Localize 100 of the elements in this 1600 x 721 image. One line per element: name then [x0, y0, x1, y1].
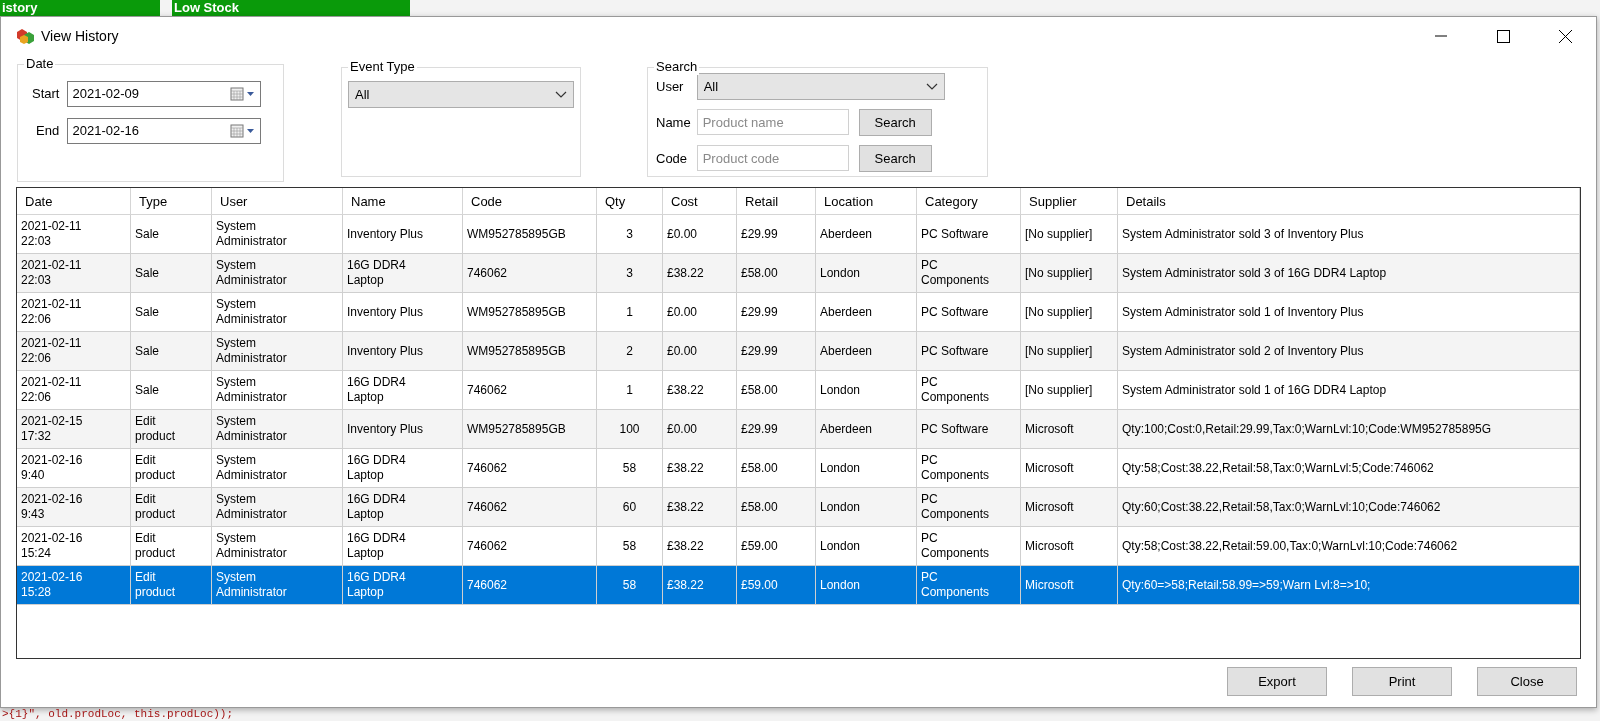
- table-row[interactable]: 2021-02-16 15:28 Edit product System Administrator 16G DDR4 Laptop 746062 58 £38.22 £59.00 London PC Components Microsoft Qty:60=>58;Retail:58.99=>59;Warn Lvl:8=>10;: [17, 566, 1580, 605]
- table-cell: Qty:58;Cost:38.22,Retail:58,Tax:0;WarnLvl:5;Code:746062: [1122, 460, 1434, 476]
- date-picker[interactable]: 2021-02-09: [67, 81, 261, 107]
- table-cell: 16G DDR4 Laptop: [347, 570, 406, 600]
- table-cell: [No supplier]: [1025, 382, 1093, 398]
- product-code-field[interactable]: Product code: [696, 145, 849, 171]
- table-cell: System Administrator: [216, 219, 287, 249]
- table-cell: 2021-02-11 22:06: [21, 297, 82, 327]
- table-cell: £38.22: [667, 265, 704, 281]
- event-type-dropdown[interactable]: All: [348, 81, 574, 108]
- table-cell: London: [820, 577, 861, 593]
- table-row[interactable]: 2021-02-16 15:24 Edit product System Administrator 16G DDR4 Laptop 746062 58 £38.22 £59.00 London PC Components Microsoft Qty:58;Cost:38.22,Retail:59.00,Tax:0;WarnLvl:10;Code:746062: [17, 527, 1580, 566]
- table-cell: PC Components: [921, 375, 990, 405]
- close-icon: [1558, 29, 1572, 43]
- table-cell: £0.00: [667, 304, 698, 320]
- table-cell: System Administrator: [216, 258, 287, 288]
- table-row[interactable]: 2021-02-11 22:06 Sale System Administrator Inventory Plus WM952785895GB 2 £0.00 £29.99 Aberdeen PC Software [No supplier] System Administrator sold 2 of Inventory Plus: [17, 332, 1580, 371]
- table-cell: 16G DDR4 Laptop: [347, 492, 406, 522]
- minimize-icon: [1435, 35, 1447, 37]
- table-cell: System Administrator: [216, 297, 287, 327]
- table-cell: £29.99: [741, 343, 778, 359]
- table-cell: Inventory Plus: [347, 304, 424, 320]
- table-cell: Sale: [135, 382, 160, 398]
- table-cell: 16G DDR4 Laptop: [347, 258, 406, 288]
- table-cell: [No supplier]: [1025, 304, 1093, 320]
- table-cell: Edit product: [135, 453, 176, 483]
- table-cell: £58.00: [741, 499, 778, 515]
- table-cell: WM952785895GB: [467, 226, 566, 242]
- table-cell: Inventory Plus: [347, 421, 424, 437]
- table-cell: PC Software: [921, 304, 989, 320]
- table-cell: £59.00: [741, 538, 778, 554]
- calendar-dropdown-icon[interactable]: [230, 87, 256, 101]
- date-picker[interactable]: 2021-02-16: [67, 118, 261, 144]
- table-cell: London: [820, 382, 861, 398]
- table-cell: Aberdeen: [820, 226, 873, 242]
- search-button[interactable]: Search: [858, 109, 932, 136]
- table-cell: 100: [619, 421, 640, 437]
- table-cell: £38.22: [667, 538, 704, 554]
- table-cell: 16G DDR4 Laptop: [347, 453, 406, 483]
- table-cell: Qty:58;Cost:38.22,Retail:59.00,Tax:0;WarnLvl:10;Code:746062: [1122, 538, 1458, 554]
- table-cell: PC Components: [921, 492, 990, 522]
- group-title: Event Type: [348, 59, 417, 75]
- table-row[interactable]: 2021-02-15 17:32 Edit product System Administrator Inventory Plus WM952785895GB 100 £0.00 £29.99 Aberdeen PC Software Microsoft Qty:100;Cost:0,Retail:29.99,Tax:0;WarnLvl:10;Code:WM952785895G: [17, 410, 1580, 449]
- table-cell: £0.00: [667, 421, 698, 437]
- table-cell: Sale: [135, 226, 160, 242]
- product-name-field[interactable]: Product name: [696, 109, 849, 135]
- table-cell: [No supplier]: [1025, 226, 1093, 242]
- table-row[interactable]: 2021-02-11 22:06 Sale System Administrator Inventory Plus WM952785895GB 1 £0.00 £29.99 Aberdeen PC Software [No supplier] System Administrator sold 1 of Inventory Plus: [17, 293, 1580, 332]
- table-row[interactable]: 2021-02-16 9:40 Edit product System Administrator 16G DDR4 Laptop 746062 58 £38.22 £58.00 London PC Components Microsoft Qty:58;Cost:38.22,Retail:58,Tax:0;WarnLvl:5;Code:746062: [17, 449, 1580, 488]
- table-cell: 2021-02-16 15:28: [21, 570, 83, 600]
- table-cell: 2021-02-16 15:24: [21, 531, 83, 561]
- table-cell: Aberdeen: [820, 304, 873, 320]
- table-cell: System Administrator sold 3 of Inventory Plus: [1122, 226, 1364, 242]
- table-cell: £29.99: [741, 421, 778, 437]
- table-cell: System Administrator sold 1 of Inventory Plus: [1122, 304, 1364, 320]
- table-cell: Qty:60;Cost:38.22,Retail:58,Tax:0;WarnLvl:10;Code:746062: [1122, 499, 1441, 515]
- table-cell: 58: [622, 577, 637, 593]
- table-cell: 746062: [467, 538, 508, 554]
- dialog-button[interactable]: Export: [1227, 667, 1327, 696]
- code-text: >{1}", old.prodLoc, this.prodLoc));: [2, 708, 234, 721]
- dialog-button[interactable]: Close: [1477, 667, 1577, 696]
- table-cell: System Administrator sold 3 of 16G DDR4 Laptop: [1122, 265, 1387, 281]
- table-cell: PC Software: [921, 343, 989, 359]
- table-row[interactable]: 2021-02-11 22:03 Sale System Administrator 16G DDR4 Laptop 746062 3 £38.22 £58.00 London PC Components [No supplier] System Administrator sold 3 of 16G DDR4 Laptop: [17, 254, 1580, 293]
- field-label: Start: [32, 85, 60, 104]
- field-label: Code: [656, 149, 689, 168]
- dialog-button[interactable]: Print: [1352, 667, 1452, 696]
- table-cell: 2021-02-11 22:06: [21, 375, 82, 405]
- table-cell: PC Components: [921, 570, 990, 600]
- table-cell: PC Components: [921, 453, 990, 483]
- field-label: Name: [656, 113, 691, 132]
- table-cell: £0.00: [667, 343, 698, 359]
- calendar-dropdown-icon[interactable]: [230, 124, 256, 138]
- table-cell: 60: [622, 499, 637, 515]
- table-cell: London: [820, 460, 861, 476]
- table-row[interactable]: 2021-02-11 22:06 Sale System Administrator 16G DDR4 Laptop 746062 1 £38.22 £58.00 London PC Components [No supplier] System Administrator sold 1 of 16G DDR4 Laptop: [17, 371, 1580, 410]
- maximize-icon: [1496, 29, 1510, 43]
- table-row[interactable]: 2021-02-16 9:43 Edit product System Administrator 16G DDR4 Laptop 746062 60 £38.22 £58.00 London PC Components Microsoft Qty:60;Cost:38.22,Retail:58,Tax:0;WarnLvl:10;Code:746062: [17, 488, 1580, 527]
- table-cell: PC Software: [921, 226, 989, 242]
- table-cell: 1: [626, 304, 633, 320]
- search-button[interactable]: Search: [858, 145, 932, 172]
- field-label: User: [656, 77, 685, 96]
- table-cell: £58.00: [741, 265, 778, 281]
- field-label: End: [35, 122, 60, 141]
- table-cell: London: [820, 499, 861, 515]
- group-title: Search: [654, 59, 700, 75]
- table-cell: Qty:60=>58;Retail:58.99=>59;Warn Lvl:8=>10;: [1122, 577, 1371, 593]
- table-cell: Edit product: [135, 570, 176, 600]
- table-cell: £58.00: [741, 460, 778, 476]
- table-cell: 746062: [467, 577, 508, 593]
- table-row[interactable]: 2021-02-11 22:03 Sale System Administrator Inventory Plus WM952785895GB 3 £0.00 £29.99 Aberdeen PC Software [No supplier] System Administrator sold 3 of Inventory Plus: [17, 215, 1580, 254]
- user-dropdown[interactable]: All: [696, 73, 945, 100]
- table-cell: Sale: [135, 343, 160, 359]
- table-cell: PC Components: [921, 531, 990, 561]
- table-cell: PC Components: [921, 258, 990, 288]
- table-cell: Microsoft: [1025, 460, 1074, 476]
- table-cell: 2021-02-11 22:03: [21, 219, 82, 249]
- table-cell: System Administrator sold 1 of 16G DDR4 Laptop: [1122, 382, 1387, 398]
- table-cell: 746062: [467, 460, 508, 476]
- table-cell: 16G DDR4 Laptop: [347, 375, 406, 405]
